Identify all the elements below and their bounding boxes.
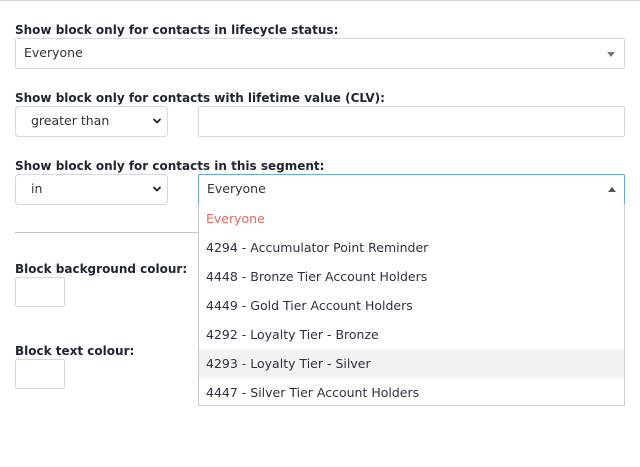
dropdown-option[interactable]: 4294 - Accumulator Point Reminder	[199, 233, 624, 262]
caret-down-icon	[607, 52, 615, 57]
lifecycle-status-select[interactable]: Everyone	[15, 38, 625, 69]
clv-operator-select[interactable]: greater than	[15, 106, 168, 137]
top-border	[0, 0, 640, 1]
dropdown-option[interactable]: 4292 - Loyalty Tier - Bronze	[199, 320, 624, 349]
dropdown-option[interactable]: Everyone	[199, 204, 624, 233]
caret-up-icon	[608, 187, 616, 192]
text-colour-label: Block text colour:	[15, 344, 135, 358]
chevron-down-icon	[152, 186, 162, 192]
clv-label: Show block only for contacts with lifeti…	[15, 91, 385, 105]
dropdown-option[interactable]: 4447 - Silver Tier Account Holders	[199, 378, 624, 405]
segment-label: Show block only for contacts in this seg…	[15, 159, 325, 173]
lifecycle-status-value: Everyone	[24, 45, 83, 60]
background-colour-label: Block background colour:	[15, 262, 188, 276]
dropdown-option[interactable]: 4449 - Gold Tier Account Holders	[199, 291, 624, 320]
segment-select-value: Everyone	[207, 181, 266, 196]
lifecycle-status-label: Show block only for contacts in lifecycl…	[15, 23, 339, 37]
segment-dropdown-list[interactable]: Everyone 4294 - Accumulator Point Remind…	[198, 204, 625, 406]
clv-value-input[interactable]	[198, 106, 625, 137]
segment-operator-value: in	[31, 181, 43, 196]
dropdown-option[interactable]: 4293 - Loyalty Tier - Silver	[199, 349, 624, 378]
segment-operator-select[interactable]: in	[15, 174, 168, 205]
background-colour-swatch[interactable]	[15, 277, 65, 307]
chevron-down-icon	[152, 118, 162, 124]
section-divider	[15, 232, 198, 233]
clv-operator-value: greater than	[31, 113, 110, 128]
text-colour-swatch[interactable]	[15, 359, 65, 389]
dropdown-option[interactable]: 4448 - Bronze Tier Account Holders	[199, 262, 624, 291]
segment-select[interactable]: Everyone	[198, 174, 625, 205]
